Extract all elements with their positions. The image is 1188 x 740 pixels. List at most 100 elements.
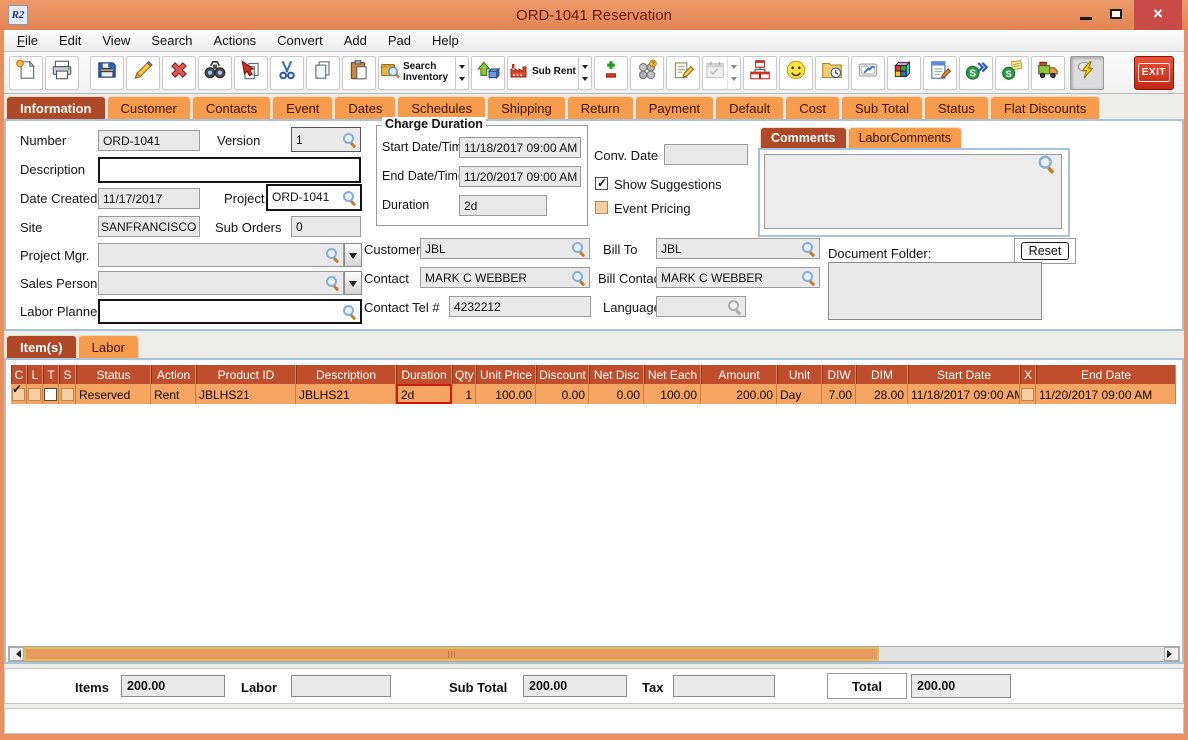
cell-duration[interactable]: 2d (396, 384, 452, 404)
scroll-right-arrow[interactable] (1164, 647, 1179, 661)
cell-product-id[interactable]: JBLHS21 (196, 384, 296, 404)
comments-lookup-icon[interactable] (1038, 155, 1056, 173)
sales-forward-button[interactable]: S (958, 55, 993, 90)
edit-button[interactable] (126, 55, 160, 90)
search-inventory-button[interactable]: Search Inventory (378, 55, 469, 90)
project-mgr-dropdown[interactable] (344, 243, 362, 267)
cell-net-each[interactable]: 100.00 (644, 384, 701, 404)
menu-convert[interactable]: Convert (277, 33, 323, 48)
project-mgr-lookup-icon[interactable] (326, 248, 340, 262)
show-suggestions-checkbox[interactable] (595, 176, 608, 190)
row-checkbox-l[interactable] (27, 384, 43, 404)
tab-labor-comments[interactable]: LaborComments (847, 127, 962, 148)
cell-start-date[interactable]: 11/18/2017 09:00 AM (908, 384, 1020, 404)
project-lookup-icon[interactable] (343, 190, 357, 205)
menu-file[interactable]: File (17, 33, 38, 48)
tab-items[interactable]: Item(s) (6, 335, 77, 359)
tab-shipping[interactable]: Shipping (487, 96, 566, 119)
col-header-unit-price[interactable]: Unit Price (476, 365, 536, 384)
menu-edit[interactable]: Edit (59, 33, 81, 48)
sales-person-field[interactable] (98, 271, 344, 295)
tab-flat-discounts[interactable]: Flat Discounts (989, 96, 1101, 119)
menu-search[interactable]: Search (151, 33, 192, 48)
col-header-diw[interactable]: DIW (822, 365, 856, 384)
version-field[interactable]: 1 (291, 127, 361, 152)
scroll-left-arrow[interactable] (9, 647, 24, 661)
exit-button[interactable]: EXIT (1133, 55, 1174, 90)
cut-button[interactable] (270, 55, 304, 90)
reset-button[interactable]: Reset (1020, 242, 1070, 260)
labor-planner-lookup-icon[interactable] (343, 304, 357, 319)
col-header-t[interactable]: T (43, 365, 59, 384)
tab-sub-total[interactable]: Sub Total (841, 96, 923, 119)
horizontal-scrollbar[interactable] (8, 646, 1180, 662)
col-header-description[interactable]: Description (296, 365, 396, 384)
paste-button[interactable] (342, 55, 376, 90)
delete-button[interactable] (162, 55, 196, 90)
document-edit-button[interactable] (922, 55, 957, 90)
col-header-net-disc[interactable]: Net Disc (589, 365, 644, 384)
col-header-amount[interactable]: Amount (701, 365, 777, 384)
col-header-end-date[interactable]: End Date (1036, 365, 1176, 384)
tab-comments[interactable]: Comments (760, 127, 847, 148)
col-header-status[interactable]: Status (76, 365, 151, 384)
bill-contact-field[interactable]: MARK C WEBBER (656, 267, 820, 288)
print-button[interactable] (45, 55, 79, 90)
contact-lookup-icon[interactable] (572, 270, 586, 285)
search-inventory-dropdown[interactable] (455, 56, 468, 89)
col-header-s[interactable]: S (59, 365, 76, 384)
add-remove-button[interactable] (593, 55, 628, 90)
tab-customer[interactable]: Customer (106, 96, 191, 119)
sub-rent-button[interactable]: Sub Rent (507, 55, 592, 90)
table-row[interactable]: Reserved Rent JBLHS21 JBLHS21 2d 1 100.0… (11, 384, 1176, 404)
cell-qty[interactable]: 1 (452, 384, 476, 404)
col-header-x[interactable]: X (1020, 365, 1036, 384)
cell-status[interactable]: Reserved (76, 384, 151, 404)
scrollbar-thumb[interactable] (24, 647, 879, 661)
col-header-dim[interactable]: DIM (856, 365, 908, 384)
cell-dim[interactable]: 28.00 (856, 384, 908, 404)
maximize-button[interactable] (1102, 0, 1130, 30)
tab-schedules[interactable]: Schedules (397, 96, 487, 119)
notes-button[interactable] (665, 55, 700, 90)
col-header-net-each[interactable]: Net Each (644, 365, 701, 384)
delivery-button[interactable] (1030, 55, 1065, 90)
cell-discount[interactable]: 0.00 (536, 384, 589, 404)
copy-order-button[interactable] (234, 55, 268, 90)
col-header-product-id[interactable]: Product ID (196, 365, 296, 384)
sales-person-lookup-icon[interactable] (326, 276, 340, 290)
tab-dates[interactable]: Dates (334, 96, 397, 119)
cell-unit[interactable]: Day (777, 384, 822, 404)
contact-field[interactable]: MARK C WEBBER (420, 267, 590, 288)
row-checkbox-s[interactable] (59, 384, 76, 404)
project-mgr-field[interactable] (98, 243, 344, 267)
project-field[interactable]: ORD-1041 (266, 184, 362, 211)
sales-person-dropdown[interactable] (344, 271, 362, 295)
bill-to-lookup-icon[interactable] (802, 241, 816, 256)
col-header-discount[interactable]: Discount (536, 365, 589, 384)
cell-diw[interactable]: 7.00 (822, 384, 856, 404)
cell-description[interactable]: JBLHS21 (296, 384, 396, 404)
feedback-button[interactable] (778, 55, 813, 90)
cell-net-disc[interactable]: 0.00 (589, 384, 644, 404)
sales-notes-button[interactable]: S (994, 55, 1029, 90)
col-header-action[interactable]: Action (151, 365, 196, 384)
tab-payment[interactable]: Payment (634, 96, 715, 119)
menu-pad[interactable]: Pad (388, 33, 411, 48)
cell-x-checkbox[interactable] (1020, 384, 1036, 404)
col-header-qty[interactable]: Qty (452, 365, 476, 384)
tab-labor[interactable]: Labor (77, 335, 139, 359)
cell-amount[interactable]: 200.00 (701, 384, 777, 404)
col-header-duration[interactable]: Duration (396, 365, 452, 384)
tab-default[interactable]: Default (715, 96, 785, 119)
tab-contacts[interactable]: Contacts (191, 96, 272, 119)
sub-rent-dropdown[interactable] (577, 56, 591, 89)
customer-field[interactable]: JBL (420, 238, 590, 259)
col-header-unit[interactable]: Unit (777, 365, 822, 384)
history-button[interactable] (814, 55, 849, 90)
inventory-blocks-button[interactable] (886, 55, 921, 90)
bill-contact-lookup-icon[interactable] (802, 270, 816, 285)
cell-action[interactable]: Rent (151, 384, 196, 404)
tab-cost[interactable]: Cost (785, 96, 840, 119)
quick-action-button[interactable] (1069, 55, 1104, 90)
